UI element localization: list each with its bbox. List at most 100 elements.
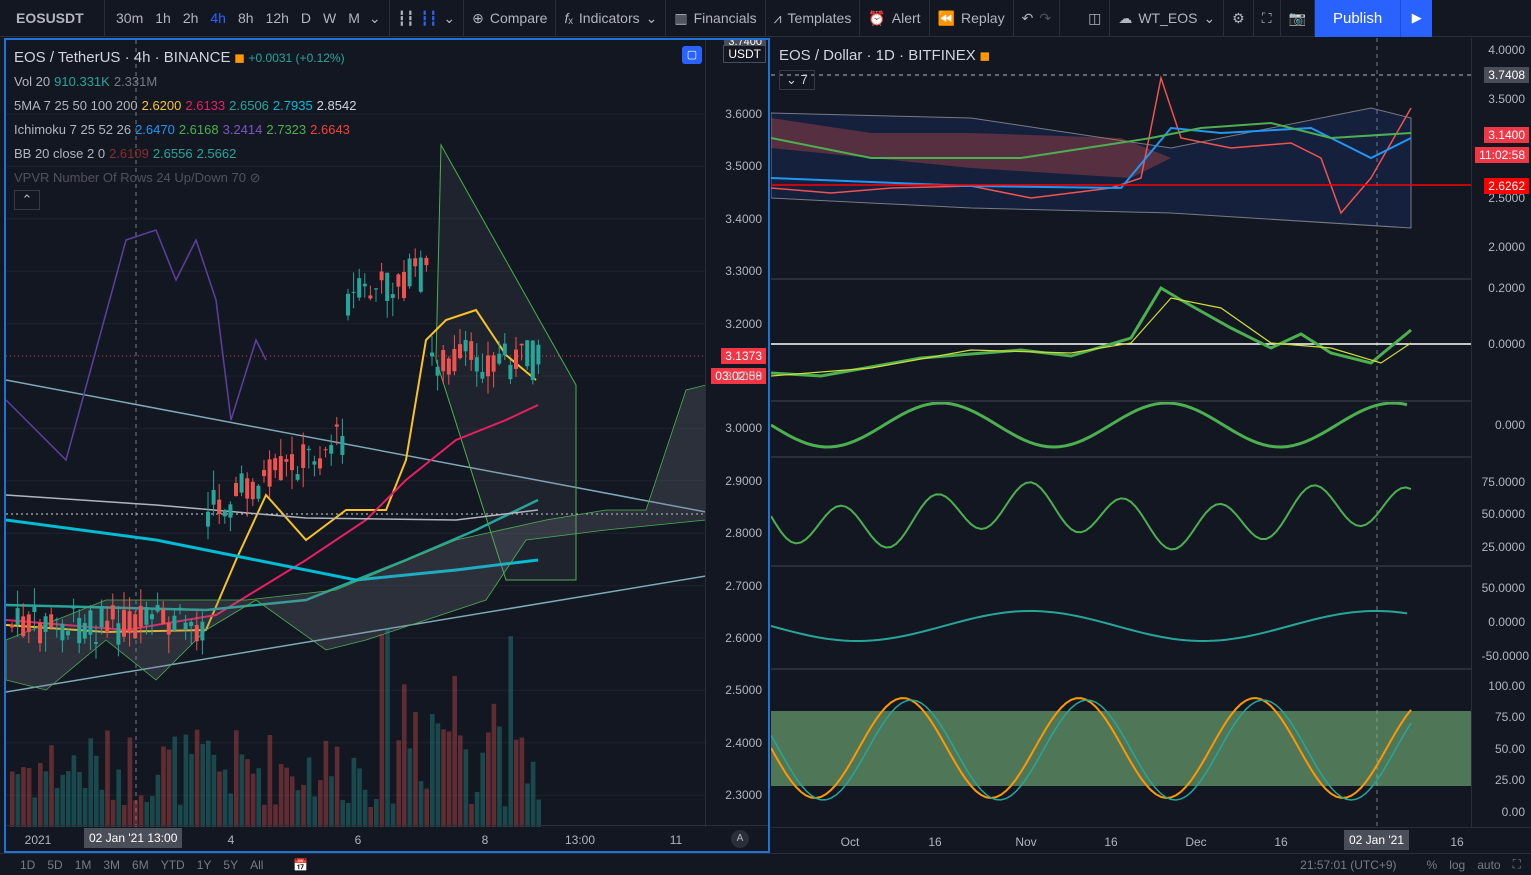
interval-12h[interactable]: 12h xyxy=(263,10,292,26)
candle-body xyxy=(105,620,110,633)
financials-label: Financials xyxy=(693,10,757,26)
maximize-icon[interactable]: ▢ xyxy=(682,46,702,64)
range-all[interactable]: All xyxy=(250,858,263,872)
collapse-legend-button[interactable]: ⌃ xyxy=(14,190,40,210)
volume-bar xyxy=(346,802,351,827)
indicator-value: 2.6133 xyxy=(185,98,226,113)
percent-toggle[interactable]: % xyxy=(1427,858,1438,872)
range-ytd[interactable]: YTD xyxy=(161,858,185,872)
save-layout-button[interactable]: ☁ WT_EOS ⌄ xyxy=(1110,0,1225,37)
log-toggle[interactable]: log xyxy=(1449,858,1465,872)
candle-body xyxy=(329,445,334,454)
snapshot-button[interactable]: 📷 xyxy=(1281,0,1315,37)
clock[interactable]: 21:57:01 (UTC+9) xyxy=(1300,858,1396,872)
interval-w[interactable]: W xyxy=(320,10,339,26)
range-6m[interactable]: 6M xyxy=(132,858,149,872)
candle-body xyxy=(211,490,216,505)
volume-bar xyxy=(99,789,105,827)
symbol-title: EOS / Dollar · 1D · BITFINEX xyxy=(779,47,976,64)
left-chart-pane[interactable]: EOS / TetherUS · 4h · BINANCE ◼ +0.0031 … xyxy=(4,38,770,853)
candle-body xyxy=(424,257,429,266)
candle-body xyxy=(245,478,250,499)
alert-button[interactable]: ⏰ Alert xyxy=(860,0,930,37)
price-label: 2.9000 xyxy=(725,473,762,488)
candles-icon[interactable]: ┇┇ xyxy=(421,10,438,27)
interval-d[interactable]: D xyxy=(298,10,314,26)
time-axis[interactable]: Oct 16 Nov 16 Dec 16 02 Jan '21 16 xyxy=(771,827,1531,853)
price-axis[interactable]: 3.7400 USDT 3.1373 03:02:58 3.6000 3.5000… xyxy=(705,40,768,827)
range-1y[interactable]: 1Y xyxy=(197,858,212,872)
currency-label[interactable]: USDT xyxy=(723,45,766,63)
indicator-value: 2.5662 xyxy=(196,146,237,161)
templates-button[interactable]: ⩘ Templates xyxy=(766,0,861,37)
cycle-oscillator xyxy=(771,401,1408,449)
symbol-search[interactable]: EOSUSDT xyxy=(0,0,105,37)
redo-icon[interactable]: ↷ xyxy=(1039,10,1051,27)
interval-m[interactable]: M xyxy=(345,10,363,26)
range-3m[interactable]: 3M xyxy=(103,858,120,872)
fullscreen-icon[interactable]: ⛶ xyxy=(1513,857,1521,872)
right-chart-pane[interactable]: EOS / Dollar · 1D · BITFINEX ◼ ⌄ 7 4.000… xyxy=(771,38,1531,853)
expand-indicators-button[interactable]: ⌄ 7 xyxy=(779,70,815,90)
indicator-vol[interactable]: Vol 20 910.331K 2.331M xyxy=(14,70,356,94)
symbol-title: EOS / TetherUS · 4h · BINANCE xyxy=(14,49,231,66)
volume-bar xyxy=(256,768,261,827)
candle-body xyxy=(284,459,289,462)
chevron-down-icon[interactable]: ⌄ xyxy=(369,10,381,27)
candle-body xyxy=(60,623,65,641)
range-1d[interactable]: 1D xyxy=(20,858,35,872)
right-chart-canvas[interactable] xyxy=(771,38,1471,827)
indicator-axis-label: 25.0000 xyxy=(1481,540,1525,554)
cloud-icon: ☁ xyxy=(1118,9,1133,26)
auto-scale-button[interactable]: A xyxy=(731,830,749,848)
indicator-bb[interactable]: BB 20 close 2 0 2.6109 2.6556 2.5662 xyxy=(14,142,356,166)
time-axis[interactable]: 2021 02 Jan '21 13:00 4 6 8 13:00 11 A xyxy=(6,825,768,851)
candle-body xyxy=(38,622,42,644)
publish-button[interactable]: Publish xyxy=(1314,0,1401,37)
templates-label: Templates xyxy=(787,10,852,26)
replay-button[interactable]: ⏪ Replay xyxy=(930,0,1014,37)
interval-4h[interactable]: 4h xyxy=(207,10,229,26)
fullscreen-button[interactable]: ⛶ xyxy=(1254,0,1281,37)
indicator-ichimoku[interactable]: Ichimoku 7 25 52 26 2.6470 2.6168 3.2414 2.7… xyxy=(14,118,356,142)
flag-icon[interactable]: ◼ xyxy=(979,48,990,63)
indicators-button[interactable]: fₓ Indicators ⌄ xyxy=(556,0,667,37)
candle-body xyxy=(334,424,339,427)
interval-1h[interactable]: 1h xyxy=(152,10,174,26)
bars-icon[interactable]: ┇┇ xyxy=(398,10,415,27)
volume-bar xyxy=(301,784,306,827)
compare-button[interactable]: ⊕ Compare xyxy=(464,0,557,37)
interval-8h[interactable]: 8h xyxy=(235,10,257,26)
layout-button[interactable]: ◫ xyxy=(1080,0,1111,37)
range-1m[interactable]: 1M xyxy=(75,858,92,872)
candle-body xyxy=(88,610,93,635)
volume-bar xyxy=(441,729,446,827)
indicator-value: 2.6643 xyxy=(310,122,350,137)
price-label: 3.6000 xyxy=(725,107,762,121)
chevron-down-icon[interactable]: ⌄ xyxy=(443,10,455,27)
undo-icon[interactable]: ↶ xyxy=(1022,10,1034,27)
candle-body xyxy=(290,454,294,471)
indicator-vpvr[interactable]: VPVR Number Of Rows 24 Up/Down 70 ⊘ xyxy=(14,166,356,190)
candle-body xyxy=(430,352,434,357)
interval-2h[interactable]: 2h xyxy=(180,10,202,26)
play-icon[interactable]: ▶ xyxy=(1400,0,1433,37)
indicator-5ma[interactable]: 5MA 7 25 50 100 200 2.6200 2.6133 2.6506 2.7… xyxy=(14,94,356,118)
auto-toggle[interactable]: auto xyxy=(1477,858,1500,872)
indicator-name: 5MA 7 25 50 100 200 xyxy=(14,98,138,113)
price-axis[interactable]: 4.0000 3.5000 2.5000 2.0000 3.7408 3.140… xyxy=(1471,38,1531,827)
financials-button[interactable]: ▥ Financials xyxy=(666,0,766,37)
volume-bar xyxy=(15,774,21,827)
candle-body xyxy=(295,474,300,480)
range-5y[interactable]: 5Y xyxy=(223,858,238,872)
flag-icon[interactable]: ◼ xyxy=(234,50,245,65)
candle-body xyxy=(452,348,457,372)
settings-button[interactable]: ⚙ xyxy=(1224,0,1254,37)
volume-bar xyxy=(402,684,407,827)
calendar-icon[interactable]: 📅 xyxy=(293,858,308,872)
volume-bar xyxy=(88,738,93,827)
volume-bar xyxy=(66,770,71,827)
interval-30m[interactable]: 30m xyxy=(113,10,146,26)
range-5d[interactable]: 5D xyxy=(47,858,62,872)
eye-off-icon[interactable]: ⊘ xyxy=(250,170,261,185)
